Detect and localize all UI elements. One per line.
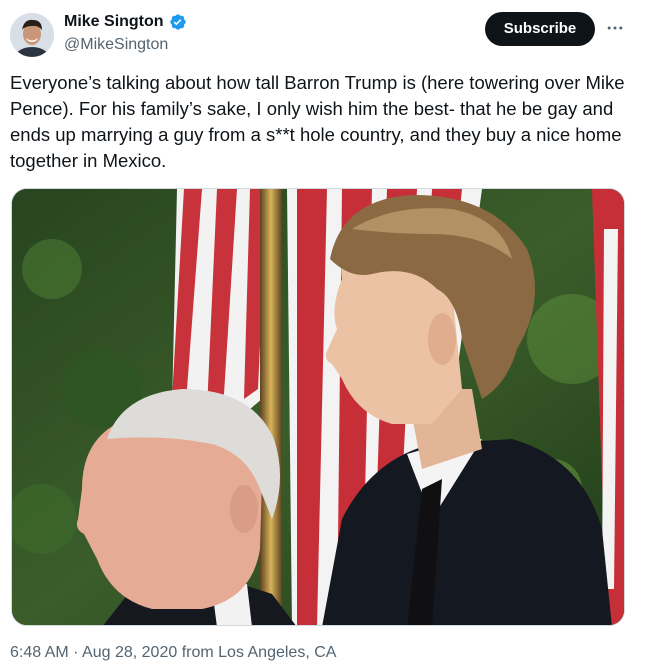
tweet-timestamp[interactable]: 6:48 AM · Aug 28, 2020 from Los Angeles,…: [10, 643, 336, 663]
meta-separator: ·: [68, 644, 83, 661]
more-horizontal-icon: [607, 26, 623, 30]
tweet-card: Mike Sington @MikeSington Subscribe Ever…: [0, 0, 650, 672]
subscribe-button[interactable]: Subscribe: [485, 12, 595, 46]
tweet-photo[interactable]: [11, 188, 625, 626]
display-name[interactable]: Mike Sington: [64, 12, 164, 32]
author-handle[interactable]: @MikeSington: [64, 35, 168, 55]
avatar[interactable]: [10, 13, 54, 57]
tweet-time: 6:48 AM: [10, 644, 69, 661]
tweet-date: Aug 28, 2020: [82, 644, 178, 661]
verified-badge-icon: [169, 13, 187, 31]
more-options-button[interactable]: [604, 17, 626, 39]
tweet-location: from Los Angeles, CA: [177, 644, 337, 661]
author-name-row: Mike Sington: [64, 12, 187, 32]
tweet-text: Everyone’s talking about how tall Barron…: [10, 72, 625, 171]
